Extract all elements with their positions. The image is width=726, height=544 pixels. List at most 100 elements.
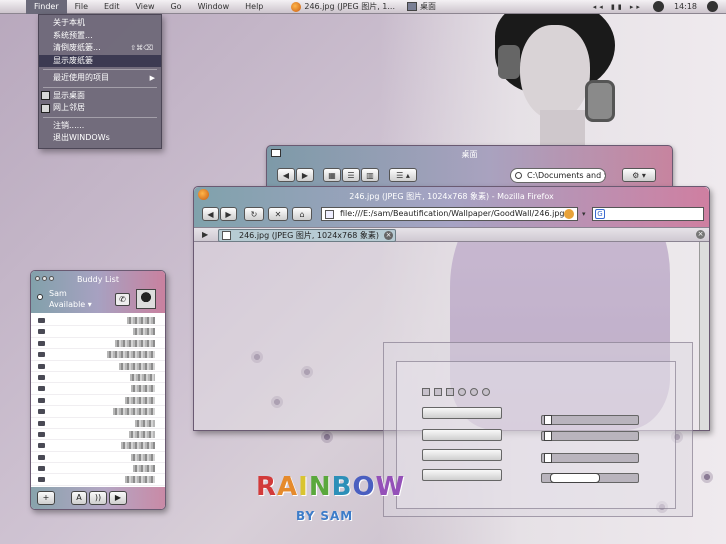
menu-view[interactable]: View xyxy=(128,2,163,11)
system-tray-icon[interactable] xyxy=(652,1,664,12)
buddy-row[interactable] xyxy=(31,406,165,418)
menu-go[interactable]: Go xyxy=(162,2,189,11)
buddy-row[interactable] xyxy=(31,463,165,475)
panel-slider[interactable] xyxy=(541,473,639,483)
media-controls[interactable]: ◂◂ ▮▮ ▸▸ xyxy=(593,3,643,11)
buddy-row[interactable] xyxy=(31,315,165,327)
menu-item-show-desktop[interactable]: 显示桌面 xyxy=(39,90,161,103)
ff-stop-button[interactable]: ✕ xyxy=(268,207,288,221)
menu-item-label: 网上邻居 xyxy=(53,103,85,112)
action-gear-button[interactable]: ⚙ ▾ xyxy=(622,168,656,182)
buddy-row[interactable] xyxy=(31,326,165,338)
rainbow-logo: RAINBOW xyxy=(256,472,405,502)
menu-item-show-trash[interactable]: 显示废纸篓 xyxy=(39,54,161,67)
slider-knob[interactable] xyxy=(544,415,552,425)
firefox-window-title: 246.jpg (JPEG 图片, 1024x768 象素) - Mozilla… xyxy=(349,192,554,201)
column-view-button[interactable]: ▥ xyxy=(361,168,379,182)
menu-window[interactable]: Window xyxy=(190,2,238,11)
menu-item-recent-items[interactable]: 最近使用的项目 ▶ xyxy=(39,72,161,85)
buddy-row[interactable] xyxy=(31,474,165,486)
web-search-input[interactable]: G xyxy=(592,207,704,221)
option-radio[interactable] xyxy=(482,388,490,396)
menu-edit[interactable]: Edit xyxy=(96,2,128,11)
buddy-status-icon xyxy=(38,329,45,335)
panel-button[interactable] xyxy=(422,469,502,481)
buddy-list-footer: + A )) ▶ xyxy=(31,487,165,509)
tab-246-jpg[interactable]: 246.jpg (JPEG 图片, 1024x768 象素) × xyxy=(218,229,396,242)
blurred-buddy-name xyxy=(107,351,155,359)
option-radio[interactable] xyxy=(458,388,466,396)
tab-list-arrow-icon[interactable]: ▶ xyxy=(202,230,208,239)
address-dropdown-icon[interactable]: ▾ xyxy=(582,210,586,218)
headphone-right xyxy=(585,80,615,122)
buddy-status-icon xyxy=(38,318,45,323)
volume-icon[interactable] xyxy=(707,1,718,12)
ff-reload-button[interactable]: ↻ xyxy=(244,207,264,221)
send-message-button[interactable]: A xyxy=(71,491,87,505)
address-bar[interactable]: file:///E:/sam/Beautification/Wallpaper/… xyxy=(321,207,578,221)
buddy-row[interactable] xyxy=(31,395,165,407)
video-chat-button[interactable]: ▶ xyxy=(109,491,127,505)
option-square[interactable] xyxy=(446,388,454,396)
blurred-buddy-name xyxy=(121,442,155,450)
panel-slider[interactable] xyxy=(541,415,639,425)
buddy-row[interactable] xyxy=(31,372,165,384)
status-selector[interactable]: Available ▾ xyxy=(49,300,92,309)
buddy-row[interactable] xyxy=(31,338,165,350)
slider-knob[interactable] xyxy=(544,453,552,463)
task-firefox[interactable]: 246.jpg (JPEG 图片, 1... xyxy=(291,1,395,12)
panel-option-dots xyxy=(422,388,490,396)
arrange-menu-button[interactable]: ☰ ▴ xyxy=(389,168,417,182)
buddy-row[interactable] xyxy=(31,452,165,464)
vertical-scrollbar[interactable] xyxy=(699,242,709,430)
icon-view-button[interactable]: ▦ xyxy=(323,168,341,182)
buddy-row[interactable] xyxy=(31,383,165,395)
buddy-row[interactable] xyxy=(31,418,165,429)
forward-button[interactable]: ▶ xyxy=(296,168,314,182)
menu-item-about[interactable]: 关于本机 xyxy=(39,17,161,30)
buddy-status-icon xyxy=(38,340,45,346)
menu-help[interactable]: Help xyxy=(237,2,271,11)
buddy-row[interactable] xyxy=(31,429,165,441)
option-square[interactable] xyxy=(434,388,442,396)
ff-home-button[interactable]: ⌂ xyxy=(292,207,312,221)
option-square[interactable] xyxy=(422,388,430,396)
avatar[interactable] xyxy=(136,289,156,309)
ff-forward-button[interactable]: ▶ xyxy=(220,207,237,221)
finder-search-input[interactable]: C:\Documents and Se xyxy=(510,168,606,183)
blurred-buddy-name xyxy=(119,362,155,370)
panel-slider[interactable] xyxy=(541,453,639,463)
back-button[interactable]: ◀ xyxy=(277,168,295,182)
option-radio[interactable] xyxy=(470,388,478,396)
buddy-row[interactable] xyxy=(31,440,165,452)
audio-chat-button[interactable]: )) xyxy=(89,491,107,505)
slider-knob[interactable] xyxy=(544,431,552,441)
menu-item-network[interactable]: 网上邻居 xyxy=(39,102,161,115)
menu-file[interactable]: File xyxy=(67,2,96,11)
panel-slider[interactable] xyxy=(541,431,639,441)
blurred-buddy-name xyxy=(129,430,155,438)
close-tabs-icon[interactable]: × xyxy=(696,230,705,239)
buddy-row[interactable] xyxy=(31,349,165,361)
list-view-button[interactable]: ☰ xyxy=(342,168,360,182)
menu-item-logout[interactable]: 注销...... xyxy=(39,120,161,133)
blurred-buddy-name xyxy=(113,408,155,416)
menu-item-empty-trash[interactable]: 清倒废纸篓... ⇧⌘⌫ xyxy=(39,42,161,55)
panel-button[interactable] xyxy=(422,429,502,441)
ff-back-button[interactable]: ◀ xyxy=(202,207,219,221)
tab-close-icon[interactable]: × xyxy=(384,231,393,240)
panel-field[interactable] xyxy=(422,407,502,419)
clock: 14:18 xyxy=(673,2,697,11)
menu-finder[interactable]: Finder xyxy=(26,0,67,14)
buddy-row[interactable] xyxy=(31,361,165,372)
task-desktop[interactable]: 桌面 xyxy=(407,1,436,12)
menu-item-quit-windows[interactable]: 退出WINDOWs xyxy=(39,132,161,145)
slider-knob[interactable] xyxy=(550,473,600,483)
logo-letter: N xyxy=(308,472,332,502)
add-buddy-button[interactable]: + xyxy=(37,491,55,505)
phone-icon[interactable]: ✆ xyxy=(115,293,130,306)
menu-item-preferences[interactable]: 系统预置... xyxy=(39,30,161,43)
go-icon[interactable] xyxy=(564,209,574,219)
task-desktop-label: 桌面 xyxy=(420,2,437,11)
panel-button[interactable] xyxy=(422,449,502,461)
